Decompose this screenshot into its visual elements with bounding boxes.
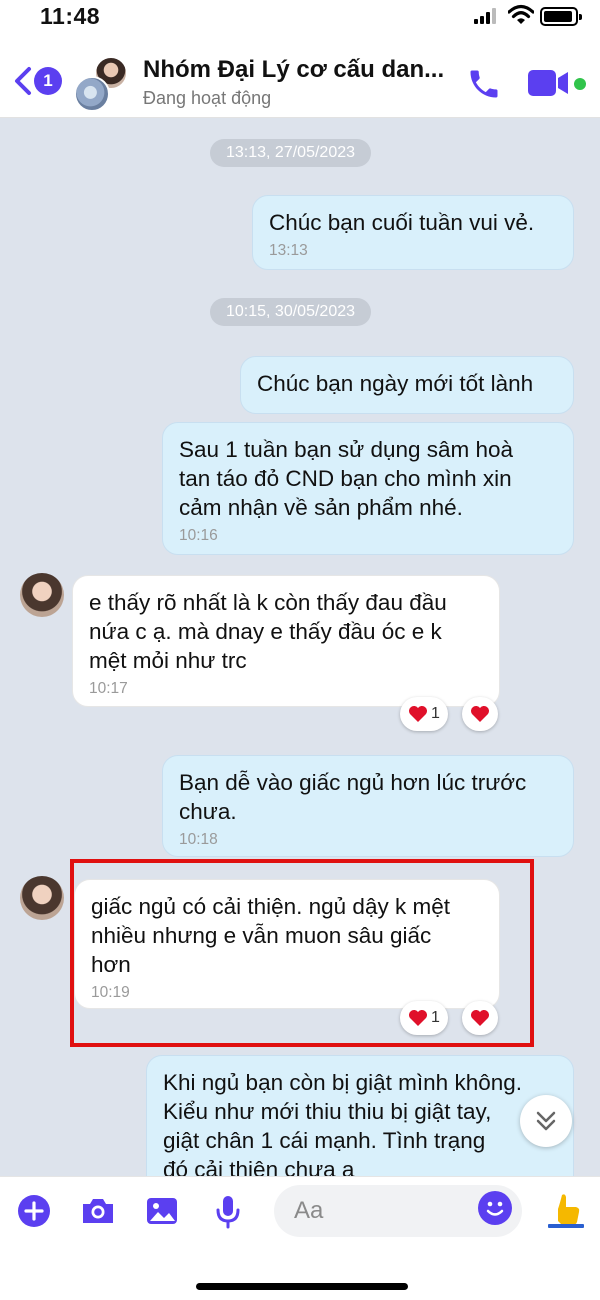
message-bubble-outgoing[interactable]: Khi ngủ bạn còn bị giật mình không. Kiểu… [146, 1055, 574, 1176]
thumbs-up-icon [548, 1194, 584, 1228]
message-bubble-outgoing[interactable]: Sau 1 tuần bạn sử dụng sâm hoà tan táo đ… [162, 422, 574, 555]
chat-header: 1 Nhóm Đại Lý cơ cấu dan... Đang hoạt độ… [0, 44, 600, 118]
message-text-line: chưa. [179, 799, 237, 824]
message-bubble-outgoing[interactable]: Chúc bạn cuối tuần vui vẻ. 13:13 [252, 195, 574, 270]
message-text-line: Kiểu như mới thiu thiu bị giật tay, [163, 1099, 492, 1124]
video-camera-icon [528, 70, 568, 96]
microphone-icon [216, 1196, 240, 1229]
emoji-icon [486, 1201, 504, 1216]
voice-call-button[interactable] [466, 66, 502, 102]
message-bubble-outgoing[interactable]: Chúc bạn ngày mới tốt lành [240, 356, 574, 414]
message-time: 10:16 [179, 527, 218, 544]
message-list[interactable]: 13:13, 27/05/2023 Chúc bạn cuối tuần vui… [0, 118, 600, 1176]
emoji-button[interactable] [478, 1191, 512, 1225]
like-button[interactable] [544, 1187, 588, 1231]
message-bubble-incoming[interactable]: e thấy rõ nhất là k còn thấy đau đầu nứa… [72, 575, 500, 707]
video-call-button[interactable] [526, 66, 570, 100]
message-input-placeholder: Aa [294, 1197, 324, 1224]
message-text-line: đó cải thiện chưa a [163, 1157, 355, 1176]
message-text-line: cảm nhận về sản phẩm nhé. [179, 495, 463, 520]
heart-icon [409, 706, 427, 722]
reaction-count-badge[interactable]: 1 [400, 697, 448, 731]
message-text-line: e thấy rõ nhất là k còn thấy đau đầu [89, 590, 447, 615]
cellular-signal-icon [474, 8, 500, 24]
image-icon [147, 1198, 177, 1224]
phone-icon [470, 70, 498, 98]
highlight-box [70, 859, 534, 1047]
chevron-left-icon [15, 67, 31, 95]
message-composer: Aa [0, 1176, 600, 1300]
message-text-line: Khi ngủ bạn còn bị giật mình không. [163, 1070, 523, 1095]
timestamp-divider: 10:15, 30/05/2023 [210, 298, 372, 326]
gallery-button[interactable] [142, 1191, 182, 1231]
message-text-line: Bạn dễ vào giấc ngủ hơn lúc trước [179, 770, 527, 795]
camera-button[interactable] [78, 1191, 118, 1231]
message-text-line: mệt mỏi như trc [89, 648, 247, 673]
chat-status: Đang hoạt động [143, 88, 272, 108]
reaction-count: 1 [431, 705, 440, 722]
message-text-line: giật chân 1 cái mạnh. Tình trạng [163, 1128, 486, 1153]
message-time: 10:18 [179, 831, 218, 848]
message-text: Chúc bạn cuối tuần vui vẻ. [269, 210, 535, 235]
wifi-icon [507, 4, 535, 26]
message-text-line: tan táo đỏ CND bạn cho mình xin [179, 466, 512, 491]
message-bubble-outgoing[interactable]: Bạn dễ vào giấc ngủ hơn lúc trước chưa. … [162, 755, 574, 857]
camera-icon [83, 1199, 113, 1223]
timestamp-divider: 13:13, 27/05/2023 [210, 139, 372, 167]
status-bar: 11:48 [0, 0, 600, 44]
chat-title[interactable]: Nhóm Đại Lý cơ cấu dan... [143, 56, 455, 84]
plus-icon [18, 1195, 50, 1227]
react-heart-button[interactable] [462, 697, 498, 731]
online-status-dot [574, 78, 586, 90]
back-button[interactable]: 1 [12, 64, 64, 98]
sender-avatar[interactable] [20, 876, 64, 920]
plus-button[interactable] [14, 1191, 54, 1231]
message-text: Chúc bạn ngày mới tốt lành [257, 371, 534, 396]
message-text-line: Sau 1 tuần bạn sử dụng sâm hoà [179, 437, 514, 462]
chevron-double-down-icon [536, 1111, 556, 1131]
message-time: 10:17 [89, 680, 128, 697]
message-text-line: nứa c ạ. mà dnay e thấy đầu óc e k [89, 619, 442, 644]
message-time: 13:13 [269, 242, 308, 259]
home-indicator [196, 1283, 408, 1290]
status-time: 11:48 [40, 3, 101, 29]
battery-icon [540, 7, 582, 26]
unread-count-badge: 1 [34, 67, 62, 95]
group-avatar[interactable] [74, 56, 130, 112]
scroll-to-bottom-button[interactable] [520, 1095, 572, 1147]
heart-icon [471, 706, 489, 722]
voice-message-button[interactable] [208, 1191, 248, 1231]
sender-avatar[interactable] [20, 573, 64, 617]
